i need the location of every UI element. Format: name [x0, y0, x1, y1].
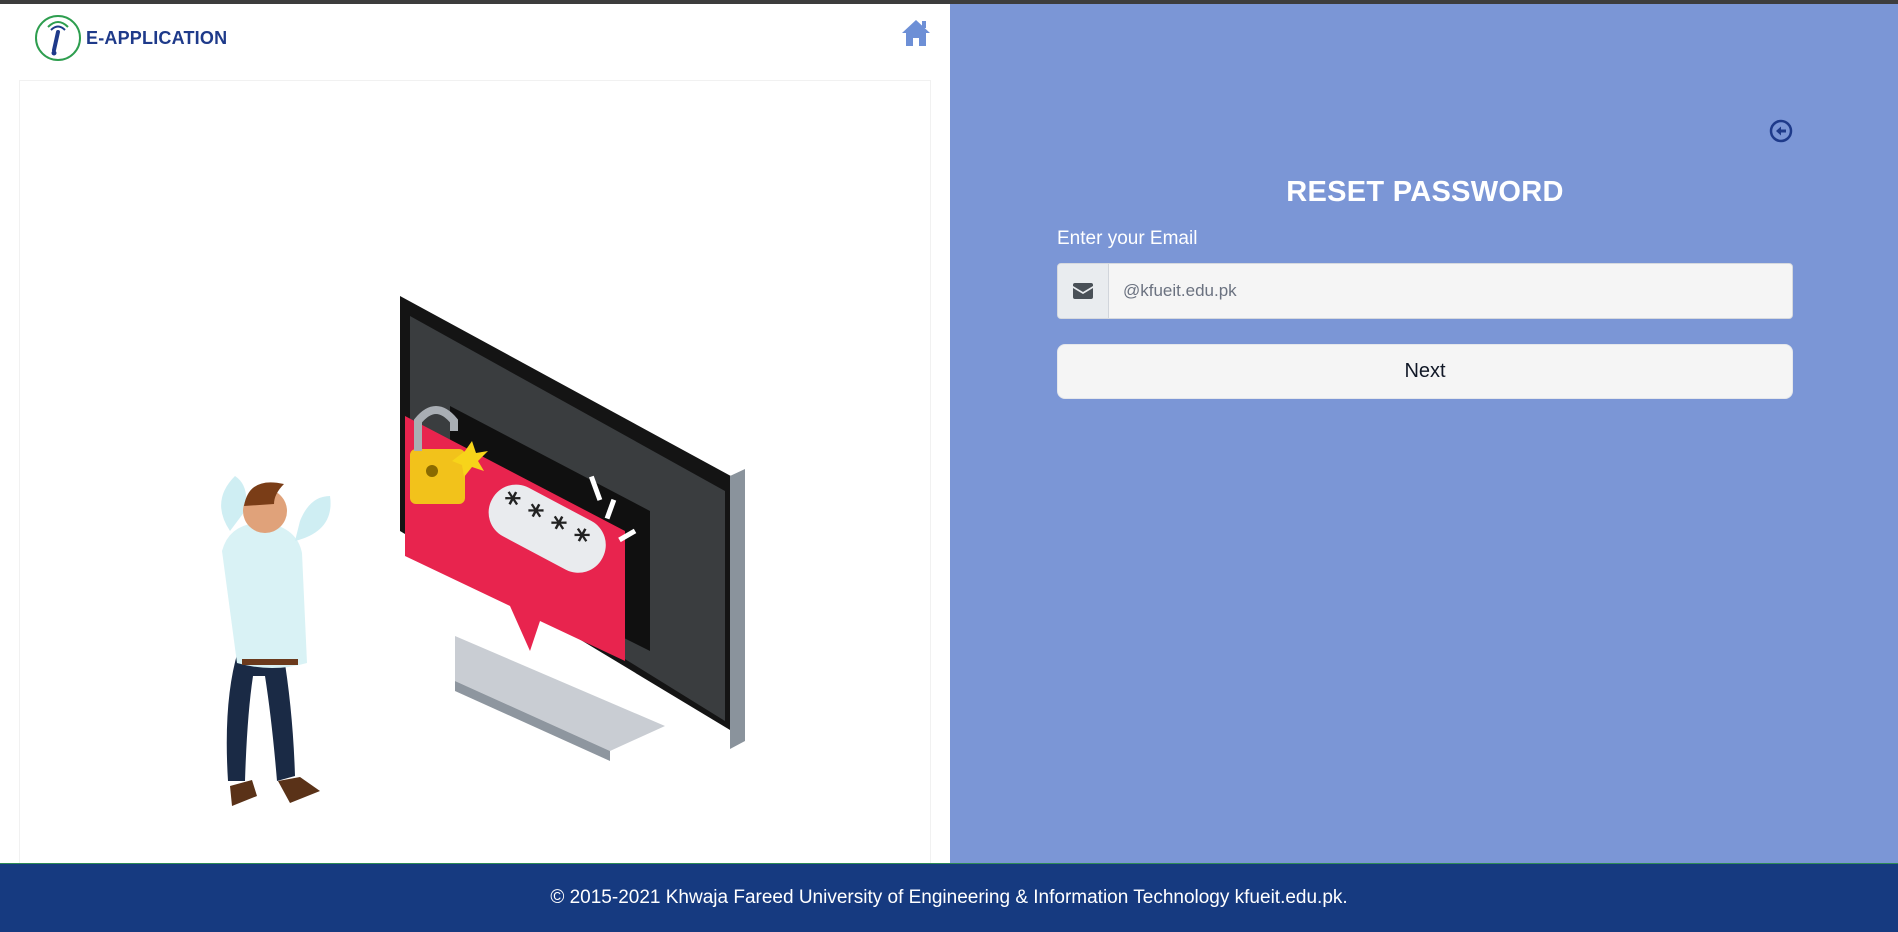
- arrow-circle-left-icon[interactable]: [1769, 119, 1793, 143]
- left-panel: E-APPLICATION * * * *: [0, 4, 950, 863]
- home-icon[interactable]: [900, 18, 932, 48]
- email-addon: [1058, 264, 1109, 318]
- illustration-frame: * * * *: [19, 80, 931, 863]
- padlock-icon: [410, 449, 465, 504]
- reset-password-panel: RESET PASSWORD Enter your Email Next: [950, 4, 1898, 863]
- confused-person-figure: [221, 476, 331, 806]
- next-button[interactable]: Next: [1057, 344, 1793, 399]
- email-input[interactable]: [1109, 264, 1792, 318]
- page-title: RESET PASSWORD: [1286, 176, 1564, 208]
- email-label: Enter your Email: [1057, 228, 1198, 249]
- envelope-icon: [1073, 283, 1093, 299]
- university-logo-icon: [35, 15, 81, 61]
- footer-copyright: © 2015-2021 Khwaja Fareed University of …: [550, 887, 1348, 908]
- app-name: E-APPLICATION: [86, 27, 228, 48]
- brand-logo[interactable]: E-APPLICATION: [34, 14, 227, 62]
- email-input-group: [1057, 263, 1793, 319]
- footer: © 2015-2021 Khwaja Fareed University of …: [0, 863, 1898, 932]
- forgot-password-illustration: * * * *: [221, 296, 745, 806]
